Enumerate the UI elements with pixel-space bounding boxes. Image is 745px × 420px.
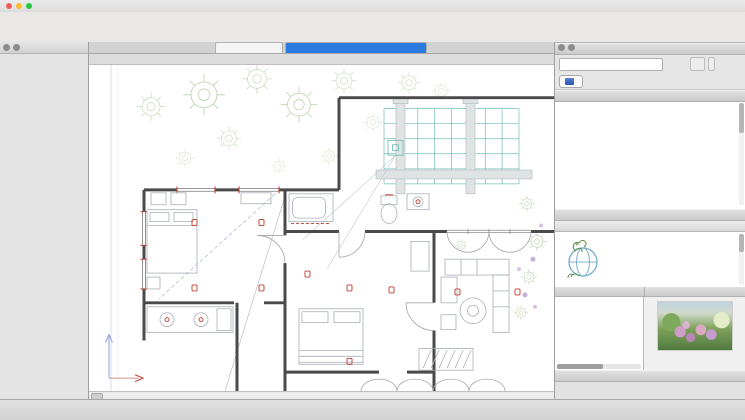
toolbar-row-2 <box>0 27 745 42</box>
library-close-icon[interactable] <box>558 44 565 51</box>
folders-section-header <box>555 90 745 102</box>
filter-results-list <box>555 232 745 287</box>
floor-plan-drawing <box>89 65 554 391</box>
status-bar <box>0 399 745 420</box>
results-scrollbar[interactable] <box>739 234 744 285</box>
filter-chip[interactable] <box>559 75 583 88</box>
library-search-row <box>555 55 745 73</box>
details-preview-body <box>555 297 745 370</box>
details-preview-tabs <box>555 287 745 297</box>
library-collapse-icon[interactable] <box>568 44 575 51</box>
main-area <box>0 42 745 400</box>
zoom-window-button[interactable] <box>26 3 32 9</box>
library-toolbar-header <box>555 370 745 382</box>
search-input[interactable] <box>559 58 663 71</box>
filters-section-header <box>555 43 745 55</box>
filter-funnel-icon[interactable] <box>708 57 715 71</box>
details-pane <box>555 297 644 370</box>
folders-scrollbar[interactable] <box>739 103 744 205</box>
results-column-header[interactable] <box>555 221 745 232</box>
catalog-icon <box>565 78 574 85</box>
palette-close-icon[interactable] <box>3 44 10 51</box>
library-browser-header <box>555 42 745 43</box>
tool-palette-panel <box>0 42 89 400</box>
preview-pane <box>644 297 745 370</box>
tool-palette-header <box>0 42 88 54</box>
tab-preview[interactable] <box>645 287 745 297</box>
view-tab-bar <box>89 42 554 54</box>
main-toolbar <box>0 12 745 43</box>
floor-plan-canvas[interactable] <box>89 65 554 391</box>
plant-thumbnail[interactable] <box>561 237 607 283</box>
library-browser-panel <box>554 42 745 400</box>
preview-image <box>657 301 733 351</box>
active-filter-row <box>555 73 745 90</box>
view-title <box>89 54 554 65</box>
tab-details[interactable] <box>555 287 645 297</box>
library-view-icon[interactable] <box>690 57 705 71</box>
plan-view-column <box>89 42 554 400</box>
close-window-button[interactable] <box>6 3 12 9</box>
details-scrollbar[interactable] <box>557 364 641 369</box>
toolbar-row-1 <box>0 12 745 27</box>
folders-tree <box>555 102 745 209</box>
tab-dashboard[interactable] <box>215 42 283 53</box>
filter-results-header <box>555 209 745 221</box>
tab-working-plan-view[interactable] <box>285 42 427 53</box>
minimize-window-button[interactable] <box>16 3 22 9</box>
palette-collapse-icon[interactable] <box>13 44 20 51</box>
